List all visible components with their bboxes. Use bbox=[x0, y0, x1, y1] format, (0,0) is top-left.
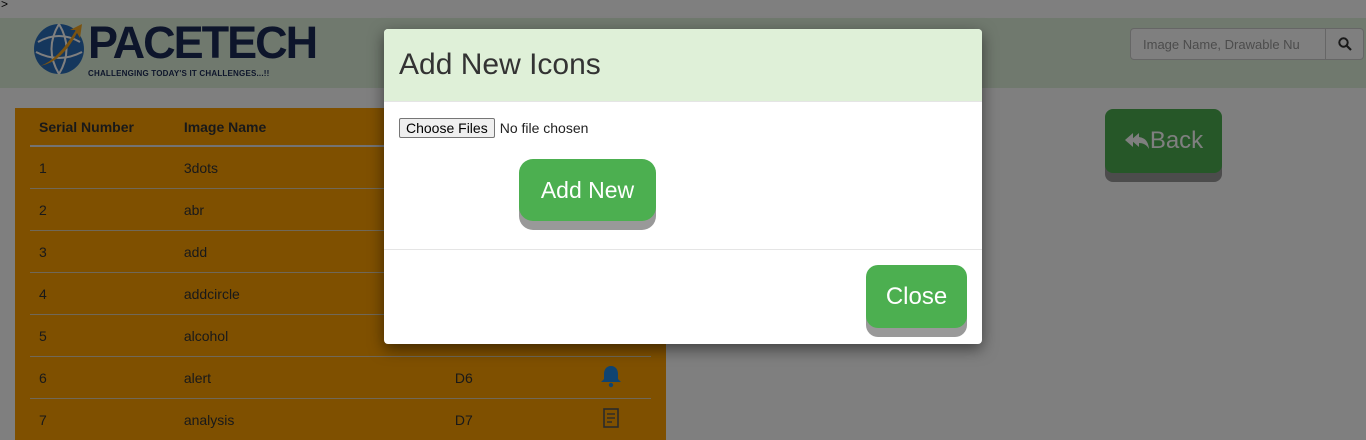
add-new-button[interactable]: Add New bbox=[519, 159, 656, 221]
modal-header: Add New Icons bbox=[384, 29, 982, 102]
file-status-label: No file chosen bbox=[499, 120, 589, 136]
add-icons-modal: Add New Icons Choose Files No file chose… bbox=[384, 29, 982, 344]
modal-divider bbox=[384, 249, 982, 250]
close-button[interactable]: Close bbox=[866, 265, 967, 328]
file-picker: Choose Files No file chosen bbox=[399, 118, 588, 138]
choose-files-button[interactable]: Choose Files bbox=[399, 118, 495, 138]
modal-title: Add New Icons bbox=[399, 48, 601, 81]
